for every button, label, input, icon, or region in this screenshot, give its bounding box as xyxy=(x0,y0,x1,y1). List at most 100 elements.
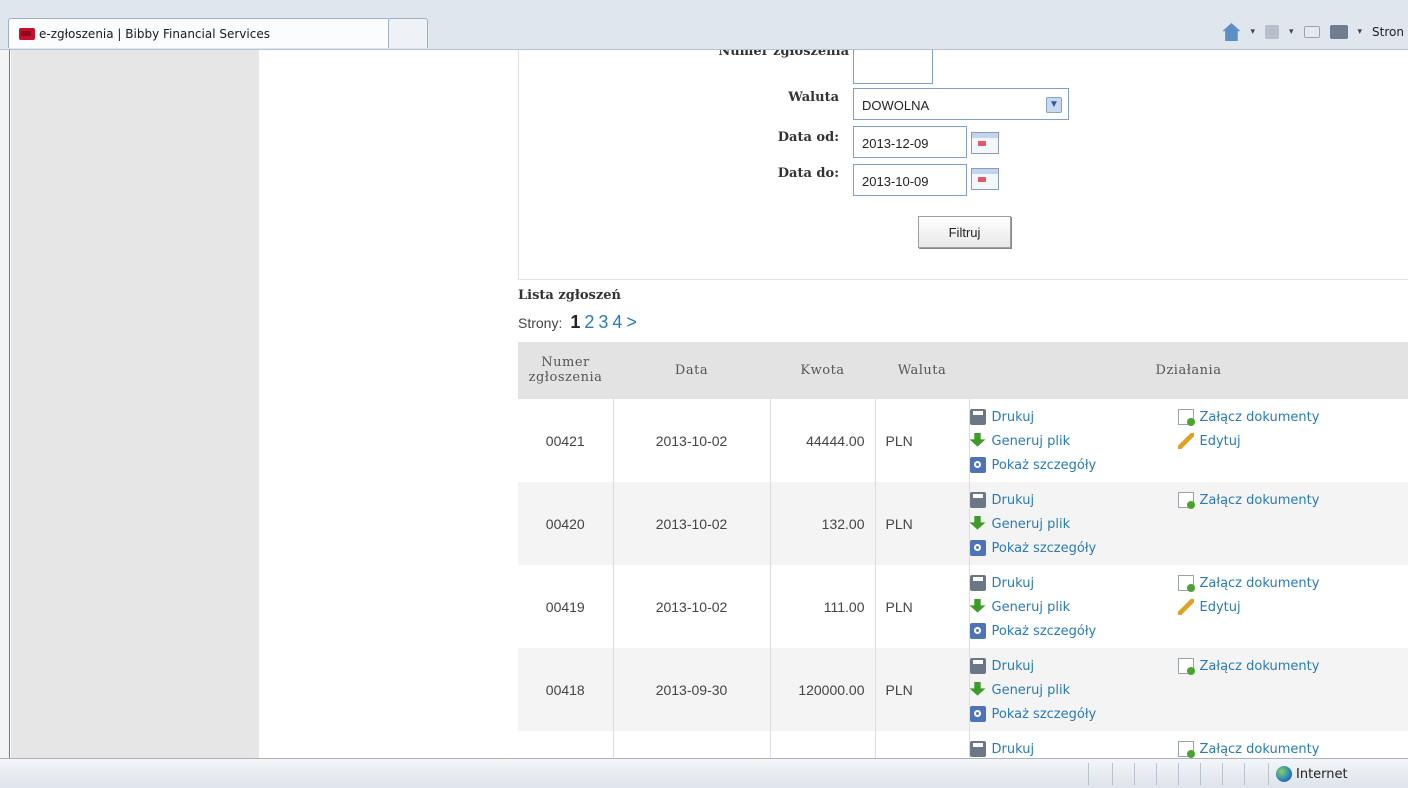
table-row: 00421 2013-10-02 44444.00 PLN Drukuj Gen… xyxy=(518,399,1408,482)
page-link[interactable]: 4 xyxy=(612,312,622,333)
col-currency-header: Waluta xyxy=(875,342,969,399)
date-to-input[interactable]: 2013-10-09 xyxy=(853,164,967,196)
row-number: 00420 xyxy=(518,482,614,565)
show-details-link[interactable]: Pokaż szczegóły xyxy=(969,453,1178,477)
security-zone[interactable]: Internet xyxy=(1276,766,1348,782)
page-viewport: Numer zgłoszenia Waluta DOWOLNA ▼ Data o… xyxy=(0,50,1408,758)
print-link[interactable]: Drukuj xyxy=(969,488,1178,512)
row-amount: 111.00 xyxy=(770,565,876,648)
attach-documents-link[interactable]: Załącz dokumenty xyxy=(1177,405,1378,429)
show-details-link[interactable]: Pokaż szczegóły xyxy=(969,536,1178,560)
row-number: 00421 xyxy=(518,399,614,482)
attach-label: Załącz dokumenty xyxy=(1199,575,1320,591)
show-details-link[interactable]: Pokaż szczegóły xyxy=(969,702,1178,726)
currency-select[interactable]: DOWOLNA ▼ xyxy=(853,88,1069,120)
row-currency xyxy=(875,731,970,758)
show-details-link[interactable]: Pokaż szczegóły xyxy=(969,619,1178,643)
status-bar: Internet xyxy=(0,758,1408,788)
print-link[interactable]: Drukuj xyxy=(969,654,1178,678)
browser-tab[interactable]: e-zgłoszenia | Bibby Financial Services xyxy=(8,18,390,48)
number-input[interactable] xyxy=(853,50,933,84)
attach-documents-link[interactable]: Załącz dokumenty xyxy=(1177,488,1378,512)
edit-link[interactable]: Edytuj xyxy=(1177,429,1378,453)
magnifier-icon xyxy=(969,706,986,722)
print-dropdown-icon[interactable]: ▾ xyxy=(1358,27,1363,37)
details-label: Pokaż szczegóły xyxy=(991,623,1097,639)
print-label: Drukuj xyxy=(991,741,1035,757)
row-date: 2013-10-02 xyxy=(613,399,771,482)
date-to-label: Data do: xyxy=(777,166,839,181)
currency-select-value: DOWOLNA xyxy=(862,98,930,113)
table-row: Drukuj Załącz dokumenty xyxy=(518,731,1408,758)
generate-file-link[interactable]: Generuj plik xyxy=(969,512,1178,536)
attach-documents-link[interactable]: Załącz dokumenty xyxy=(1177,737,1378,758)
mail-icon[interactable] xyxy=(1303,26,1320,38)
row-number: 00419 xyxy=(518,565,614,648)
row-amount xyxy=(770,731,876,758)
attach-label: Załącz dokumenty xyxy=(1199,658,1320,674)
edit-link[interactable]: Edytuj xyxy=(1177,595,1378,619)
home-icon[interactable] xyxy=(1222,23,1241,41)
generate-label: Generuj plik xyxy=(991,433,1071,449)
page-link[interactable]: 3 xyxy=(598,312,608,333)
printer-icon xyxy=(969,492,986,508)
table-row: 00420 2013-10-02 132.00 PLN Drukuj Gener… xyxy=(518,482,1408,565)
page-link[interactable]: 2 xyxy=(584,312,594,333)
attach-label: Załącz dokumenty xyxy=(1199,409,1320,425)
attach-documents-link[interactable]: Załącz dokumenty xyxy=(1177,654,1378,678)
col-date-header: Data xyxy=(613,342,770,399)
generate-file-link[interactable]: Generuj plik xyxy=(969,678,1178,702)
printer-icon xyxy=(969,575,986,591)
printer-icon xyxy=(969,741,986,757)
magnifier-icon xyxy=(969,540,986,556)
generate-label: Generuj plik xyxy=(991,516,1071,532)
print-link[interactable]: Drukuj xyxy=(969,571,1178,595)
home-dropdown-icon[interactable]: ▾ xyxy=(1250,27,1255,37)
print-icon[interactable] xyxy=(1329,25,1348,39)
feeds-dropdown-icon[interactable]: ▾ xyxy=(1289,27,1294,37)
status-separator xyxy=(1156,763,1157,785)
download-icon xyxy=(969,433,986,447)
print-link[interactable]: Drukuj xyxy=(969,405,1178,429)
attach-label: Załącz dokumenty xyxy=(1199,741,1320,757)
site-favicon-icon xyxy=(19,27,35,40)
row-actions: Drukuj Generuj plik Pokaż szczegóły Załą… xyxy=(969,565,1408,648)
magnifier-icon xyxy=(969,457,986,473)
filter-button[interactable]: Filtruj xyxy=(918,216,1011,248)
table-row: 00418 2013-09-30 120000.00 PLN Drukuj Ge… xyxy=(518,648,1408,731)
row-number: 00418 xyxy=(518,648,614,731)
generate-file-link[interactable]: Generuj plik xyxy=(969,595,1178,619)
generate-file-link[interactable]: Generuj plik xyxy=(969,429,1178,453)
number-label: Numer zgłoszenia xyxy=(718,50,849,58)
window-left-edge xyxy=(0,50,10,758)
print-label: Drukuj xyxy=(991,409,1035,425)
print-label: Drukuj xyxy=(991,575,1035,591)
new-tab-button[interactable] xyxy=(388,18,428,48)
details-label: Pokaż szczegóły xyxy=(991,457,1097,473)
row-actions: Drukuj Załącz dokumenty xyxy=(969,731,1408,758)
details-label: Pokaż szczegóły xyxy=(991,540,1097,556)
attach-document-icon xyxy=(1177,741,1195,758)
print-link[interactable]: Drukuj xyxy=(969,737,1178,758)
edit-label: Edytuj xyxy=(1199,599,1241,615)
calendar-from-icon[interactable] xyxy=(971,132,999,154)
magnifier-icon xyxy=(969,623,986,639)
row-actions: Drukuj Generuj plik Pokaż szczegóły Załą… xyxy=(969,482,1408,565)
row-amount: 44444.00 xyxy=(770,399,876,482)
date-from-input[interactable]: 2013-12-09 xyxy=(853,126,967,158)
row-currency: PLN xyxy=(875,565,970,648)
next-page-link[interactable]: > xyxy=(626,312,637,333)
generate-label: Generuj plik xyxy=(991,682,1071,698)
tab-title: e-zgłoszenia | Bibby Financial Services xyxy=(39,26,270,41)
feeds-icon[interactable] xyxy=(1264,25,1279,39)
row-date xyxy=(613,731,771,758)
row-date: 2013-10-02 xyxy=(613,565,771,648)
attach-label: Załącz dokumenty xyxy=(1199,492,1320,508)
browser-tab-bar: e-zgłoszenia | Bibby Financial Services … xyxy=(0,0,1408,50)
status-separator xyxy=(1244,763,1245,785)
chevron-down-icon[interactable]: ▼ xyxy=(1046,97,1062,113)
calendar-to-icon[interactable] xyxy=(971,168,999,190)
page-menu-button[interactable]: Stron xyxy=(1372,25,1404,39)
row-currency: PLN xyxy=(875,648,970,731)
attach-documents-link[interactable]: Załącz dokumenty xyxy=(1177,571,1378,595)
